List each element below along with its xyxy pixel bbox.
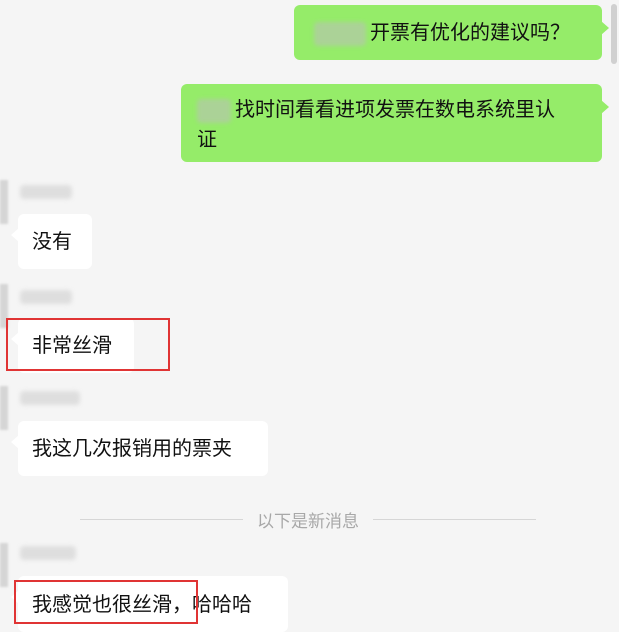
avatar[interactable] xyxy=(0,543,8,587)
message-text-line1: 找时间看看进项发票在数电系统里认 xyxy=(235,97,555,121)
message-text: 开票有优化的建议吗？ xyxy=(370,20,570,44)
divider-line-right xyxy=(373,518,536,520)
avatar[interactable] xyxy=(0,180,8,224)
highlight-box xyxy=(6,318,170,371)
avatar[interactable] xyxy=(0,386,8,430)
message-bubble-outgoing[interactable]: 开票有优化的建议吗？ xyxy=(294,5,609,60)
message-bubble-outgoing[interactable]: 找时间看看进项发票在数电系统里认 证 xyxy=(181,84,609,162)
scrollbar[interactable] xyxy=(609,0,619,630)
message-text: 没有 xyxy=(32,229,72,253)
message-bubble-incoming[interactable]: 我这几次报销用的票夹 xyxy=(11,421,268,476)
divider-line-left xyxy=(80,518,243,520)
sender-name xyxy=(20,546,76,560)
scrollbar-thumb[interactable] xyxy=(611,4,617,64)
divider-label: 以下是新消息 xyxy=(257,511,359,532)
message-text-part2: 哈哈哈 xyxy=(192,592,252,616)
sender-name xyxy=(20,185,72,199)
redacted-mention xyxy=(314,21,366,46)
message-text-line2: 证 xyxy=(197,127,217,151)
highlight-box xyxy=(14,580,198,624)
sender-name xyxy=(20,391,80,405)
sender-name xyxy=(20,290,72,304)
new-messages-divider: 以下是新消息 xyxy=(80,506,536,532)
redacted-mention xyxy=(197,98,231,123)
chat-window: 开票有优化的建议吗？ 找时间看看进项发票在数电系统里认 证 没有 非常丝滑 我这… xyxy=(0,0,619,632)
message-bubble-incoming[interactable]: 没有 xyxy=(11,214,92,269)
message-text: 我这几次报销用的票夹 xyxy=(32,436,232,460)
